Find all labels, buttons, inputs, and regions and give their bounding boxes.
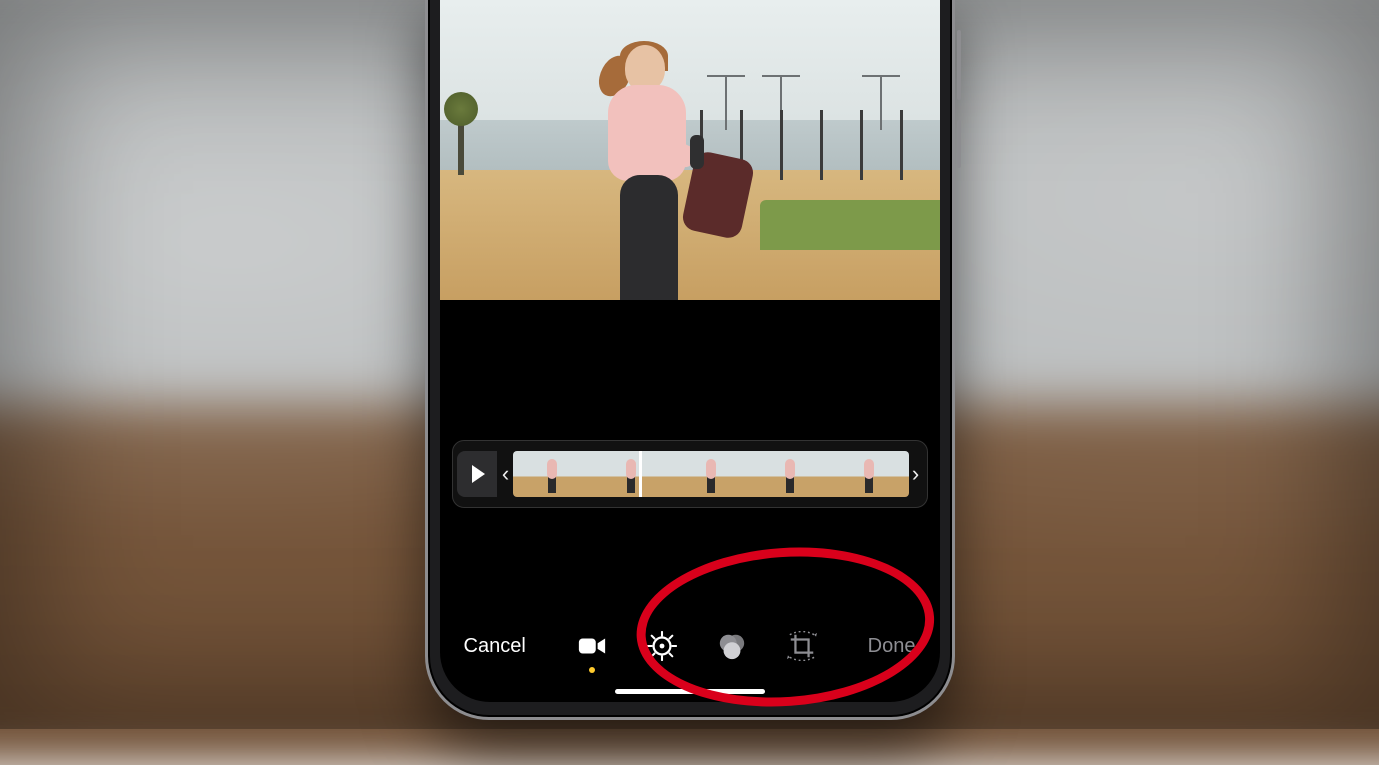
crop-tool-button[interactable]: [785, 629, 819, 663]
preview-pole: [820, 110, 823, 180]
timeline-frame: [671, 451, 750, 497]
phone-mockup: ‹ › Cancel: [425, 0, 955, 720]
preview-grass: [760, 200, 940, 250]
filters-tool-button[interactable]: [715, 629, 749, 663]
preview-subject: [570, 45, 690, 300]
preview-pole: [860, 110, 863, 180]
cancel-button[interactable]: Cancel: [458, 634, 532, 659]
trim-end-handle[interactable]: ›: [909, 451, 923, 497]
preview-pole: [900, 110, 903, 180]
filters-icon: [717, 631, 747, 661]
active-indicator-dot: [589, 667, 595, 673]
video-timeline[interactable]: ‹ ›: [452, 440, 928, 508]
adjust-dial-icon: [647, 631, 677, 661]
timeline-frames[interactable]: [513, 451, 909, 497]
preview-crane: [880, 75, 882, 130]
edit-toolbar: Cancel: [440, 616, 940, 676]
home-indicator[interactable]: [615, 689, 765, 694]
side-button: [957, 120, 961, 168]
timeline-frame: [513, 451, 592, 497]
play-icon: [472, 465, 485, 483]
done-button[interactable]: Done: [862, 634, 922, 659]
video-tool-button[interactable]: [575, 629, 609, 663]
timeline-frame: [829, 451, 908, 497]
preview-pole: [780, 110, 783, 180]
playhead[interactable]: [639, 451, 642, 497]
edit-tools-group: [575, 629, 819, 663]
preview-crane: [725, 75, 727, 130]
timeline-frame: [592, 451, 671, 497]
preview-tree: [458, 120, 464, 175]
timeline-frame: [750, 451, 829, 497]
adjust-tool-button[interactable]: [645, 629, 679, 663]
phone-screen: ‹ › Cancel: [440, 0, 940, 702]
video-icon: [577, 631, 607, 661]
video-preview[interactable]: [440, 0, 940, 300]
play-button[interactable]: [457, 451, 497, 497]
trim-start-handle[interactable]: ‹: [499, 451, 513, 497]
crop-rotate-icon: [787, 631, 817, 661]
side-button: [957, 30, 961, 100]
